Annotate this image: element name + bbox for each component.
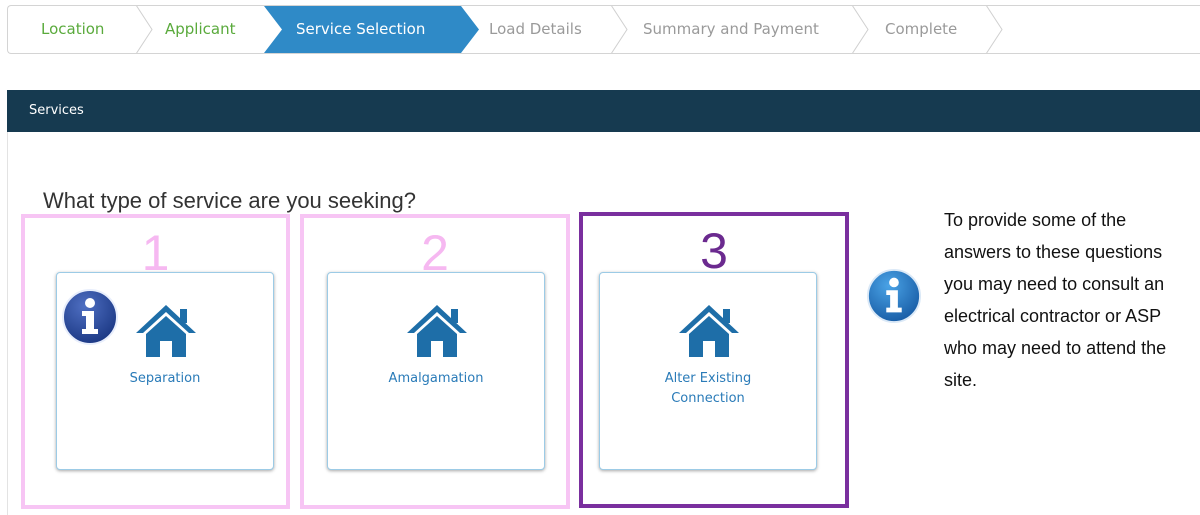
info-text-line: site. <box>944 370 978 390</box>
step-load-details[interactable]: Load Details <box>489 6 582 53</box>
info-text-line: To provide some of the <box>944 210 1127 230</box>
chevron-separator-icon <box>986 6 1003 53</box>
service-card-amalgamation[interactable]: Amalgamation <box>327 272 545 470</box>
service-card-alter-existing-connection[interactable]: Alter Existing Connection <box>599 272 817 470</box>
chevron-separator-icon <box>136 6 153 53</box>
step-service-selection[interactable]: Service Selection <box>296 6 425 53</box>
step-complete[interactable]: Complete <box>885 6 957 53</box>
service-label: Alter Existing Connection <box>664 371 752 406</box>
service-label: Separation <box>129 371 201 386</box>
service-question: What type of service are you seeking? <box>43 188 416 213</box>
house-icon <box>679 305 739 357</box>
highlight-number: 3 <box>700 223 728 279</box>
house-icon <box>136 305 196 357</box>
info-text-line: electrical contractor or ASP <box>944 306 1162 326</box>
step-summary-and-payment[interactable]: Summary and Payment <box>643 6 819 53</box>
info-icon[interactable] <box>61 288 119 346</box>
step-applicant[interactable]: Applicant <box>165 6 235 53</box>
house-icon <box>407 305 467 357</box>
info-text-line: answers to these questions <box>944 242 1163 262</box>
info-icon <box>866 268 922 324</box>
services-section-header: Services <box>7 90 1200 132</box>
panel-border <box>7 132 8 515</box>
step-location[interactable]: Location <box>41 6 104 53</box>
chevron-separator-icon <box>611 6 628 53</box>
chevron-separator-icon <box>852 6 869 53</box>
info-text: To provide some of the answers to these … <box>944 204 1200 396</box>
service-label: Amalgamation <box>388 371 484 386</box>
info-text-line: who may need to attend the <box>944 338 1167 358</box>
wizard-breadcrumb: Location Applicant Service Selection Loa… <box>7 5 1200 54</box>
info-text-line: you may need to consult an <box>944 274 1165 294</box>
